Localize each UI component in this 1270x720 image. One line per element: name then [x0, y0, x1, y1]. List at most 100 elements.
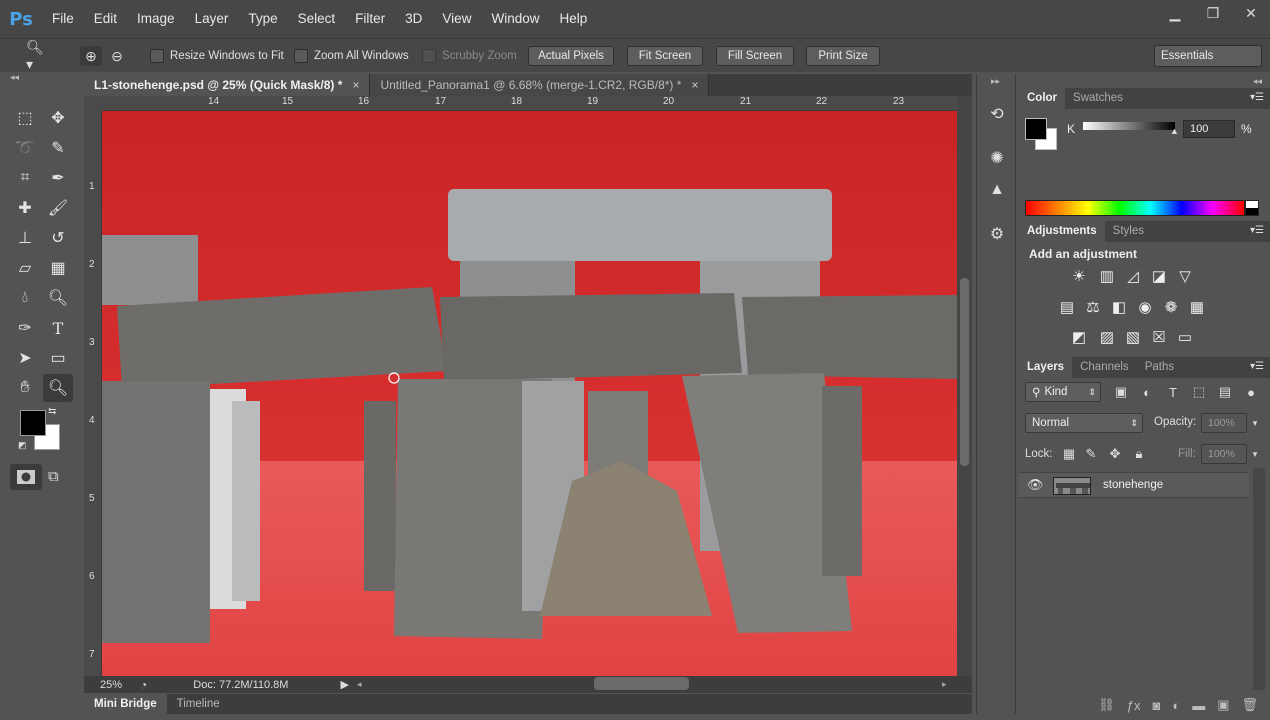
color-balance-icon[interactable]: ⚖ — [1083, 298, 1103, 316]
menu-file[interactable]: File — [42, 0, 84, 38]
tab-paths[interactable]: Paths — [1137, 357, 1182, 378]
zoom-tool-preset-icon[interactable]: 🔍︎▾ — [26, 39, 48, 72]
zoom-all-checkbox[interactable] — [294, 49, 308, 63]
tab-stonehenge[interactable]: L1-stonehenge.psd @ 25% (Quick Mask/8) *… — [84, 74, 371, 96]
pen-tool-icon[interactable]: ✑ — [10, 314, 40, 342]
layer-filter-kind[interactable]: ⚲ Kind ⇕ — [1025, 382, 1101, 402]
actual-pixels-button[interactable]: Actual Pixels — [528, 46, 614, 66]
history-panel-icon[interactable]: ⟲ — [985, 102, 1009, 126]
color-lookup-icon[interactable]: ▦ — [1187, 298, 1207, 316]
zoom-level-field[interactable]: 25% — [100, 679, 122, 691]
hue-saturation-icon[interactable]: ▤ — [1057, 298, 1077, 316]
status-info-icon[interactable]: ◔ — [140, 678, 147, 692]
menu-layer[interactable]: Layer — [185, 0, 239, 38]
menu-select[interactable]: Select — [288, 0, 346, 38]
scrubby-zoom-checkbox[interactable] — [422, 49, 436, 63]
panel-menu-icon[interactable]: ▾☰ — [1250, 92, 1264, 103]
selective-color-icon[interactable]: ☒ — [1149, 328, 1169, 346]
marquee-tool-icon[interactable]: ⬚ — [10, 104, 40, 132]
close-tab-icon[interactable]: × — [352, 78, 359, 92]
tab-styles[interactable]: Styles — [1105, 221, 1152, 242]
k-slider-handle[interactable]: ▲ — [1170, 126, 1179, 136]
new-layer-icon[interactable]: ▣ — [1217, 697, 1229, 713]
restore-icon[interactable]: ❐ — [1194, 0, 1232, 26]
vertical-ruler[interactable]: 1 2 3 4 5 6 7 — [84, 111, 102, 676]
gradient-tool-icon[interactable]: ▦ — [43, 254, 73, 282]
filter-smart-object-icon[interactable]: ▤ — [1217, 384, 1233, 400]
tab-color[interactable]: Color — [1019, 88, 1066, 109]
k-slider[interactable] — [1083, 122, 1175, 130]
close-tab-icon[interactable]: × — [691, 78, 698, 92]
filter-toggle-icon[interactable]: ● — [1243, 384, 1259, 400]
layer-style-icon[interactable]: ƒx — [1127, 698, 1141, 713]
scrubby-zoom-option[interactable]: Scrubby Zoom — [422, 39, 517, 73]
close-icon[interactable]: ✕ — [1232, 0, 1270, 26]
ruler-origin[interactable] — [84, 96, 102, 111]
blur-tool-icon[interactable]: 💧︎ — [10, 284, 40, 312]
scroll-left-icon[interactable]: ◂ — [357, 679, 362, 690]
filter-shape-icon[interactable]: ⬚ — [1191, 384, 1207, 400]
filter-pixel-icon[interactable]: ▣ — [1113, 384, 1129, 400]
tab-layers[interactable]: Layers — [1019, 357, 1073, 378]
invert-icon[interactable]: ◩ — [1069, 328, 1089, 346]
horizontal-ruler[interactable]: 14 15 16 17 18 19 20 21 22 23 — [102, 96, 957, 111]
filter-adjustment-icon[interactable]: ◐ — [1139, 384, 1155, 400]
zoom-tool-icon[interactable]: 🔍︎ — [43, 374, 73, 402]
menu-window[interactable]: Window — [481, 0, 549, 38]
posterize-icon[interactable]: ▨ — [1097, 328, 1117, 346]
tab-panorama[interactable]: Untitled_Panorama1 @ 6.68% (merge-1.CR2,… — [370, 74, 710, 96]
menu-edit[interactable]: Edit — [84, 0, 127, 38]
menu-type[interactable]: Type — [238, 0, 287, 38]
eyedropper-tool-icon[interactable]: ✒ — [43, 164, 73, 192]
tab-channels[interactable]: Channels — [1072, 357, 1137, 378]
tab-timeline[interactable]: Timeline — [167, 694, 230, 714]
brightness-contrast-icon[interactable]: ☀ — [1069, 267, 1089, 285]
add-mask-icon[interactable]: ◙ — [1152, 698, 1160, 713]
color-spectrum-ramp[interactable] — [1025, 200, 1245, 216]
layers-scrollbar[interactable] — [1253, 468, 1265, 690]
lock-all-icon[interactable]: 🔒︎ — [1131, 446, 1147, 462]
path-selection-tool-icon[interactable]: ➤ — [10, 344, 40, 372]
type-tool-icon[interactable]: T — [43, 314, 73, 342]
brush-tool-icon[interactable]: 🖌︎ — [43, 194, 73, 222]
exposure-icon[interactable]: ◪ — [1149, 267, 1169, 285]
link-layers-icon[interactable]: ⛓ — [1098, 697, 1115, 713]
minimize-icon[interactable]: ▁ — [1156, 0, 1194, 26]
panels-collapse-icon[interactable]: ◂◂ — [1253, 76, 1262, 87]
layer-row[interactable]: 👁︎ stonehenge — [1019, 472, 1249, 498]
crop-tool-icon[interactable]: ⌗ — [10, 164, 40, 192]
navigator-panel-icon[interactable]: ✺ — [985, 146, 1009, 170]
dodge-tool-icon[interactable]: 🔍︎ — [43, 284, 73, 312]
black-white-ramp[interactable] — [1245, 200, 1259, 216]
opacity-dropdown-icon[interactable]: ▾ — [1247, 415, 1263, 431]
hand-tool-icon[interactable]: ✋︎ — [10, 374, 40, 402]
opacity-input[interactable]: 100% — [1201, 413, 1247, 433]
channel-mixer-icon[interactable]: ❁ — [1161, 298, 1181, 316]
menu-view[interactable]: View — [432, 0, 481, 38]
new-group-icon[interactable]: ▬ — [1192, 698, 1205, 713]
levels-icon[interactable]: ▥ — [1097, 267, 1117, 285]
toolbar-collapse-icon[interactable]: ◂◂ — [4, 72, 82, 88]
photo-filter-icon[interactable]: ◉ — [1135, 298, 1155, 316]
resize-windows-checkbox[interactable] — [150, 49, 164, 63]
zoom-out-icon[interactable]: ⊖ — [106, 46, 128, 66]
lock-position-icon[interactable]: ✥ — [1107, 446, 1123, 462]
layer-name[interactable]: stonehenge — [1103, 479, 1163, 491]
visibility-eye-icon[interactable]: 👁︎ — [1027, 477, 1044, 493]
fit-screen-button[interactable]: Fit Screen — [627, 46, 703, 66]
tab-mini-bridge[interactable]: Mini Bridge — [84, 694, 167, 714]
delete-layer-icon[interactable]: 🗑︎ — [1241, 697, 1258, 713]
fill-input[interactable]: 100% — [1201, 444, 1247, 464]
k-value-input[interactable]: 100 — [1183, 120, 1235, 138]
lasso-tool-icon[interactable]: ➰ — [10, 134, 40, 162]
history-brush-tool-icon[interactable]: ↺ — [43, 224, 73, 252]
lock-pixels-icon[interactable]: ✎ — [1083, 446, 1099, 462]
eraser-tool-icon[interactable]: ▱ — [10, 254, 40, 282]
quick-selection-tool-icon[interactable]: ✎ — [43, 134, 73, 162]
panel-menu-icon[interactable]: ▾☰ — [1250, 225, 1264, 236]
document-canvas[interactable] — [102, 111, 957, 676]
curves-icon[interactable]: ◿ — [1123, 267, 1143, 285]
vibrance-icon[interactable]: ▽ — [1175, 267, 1195, 285]
histogram-panel-icon[interactable]: ▲ — [985, 178, 1009, 202]
threshold-icon[interactable]: ▧ — [1123, 328, 1143, 346]
